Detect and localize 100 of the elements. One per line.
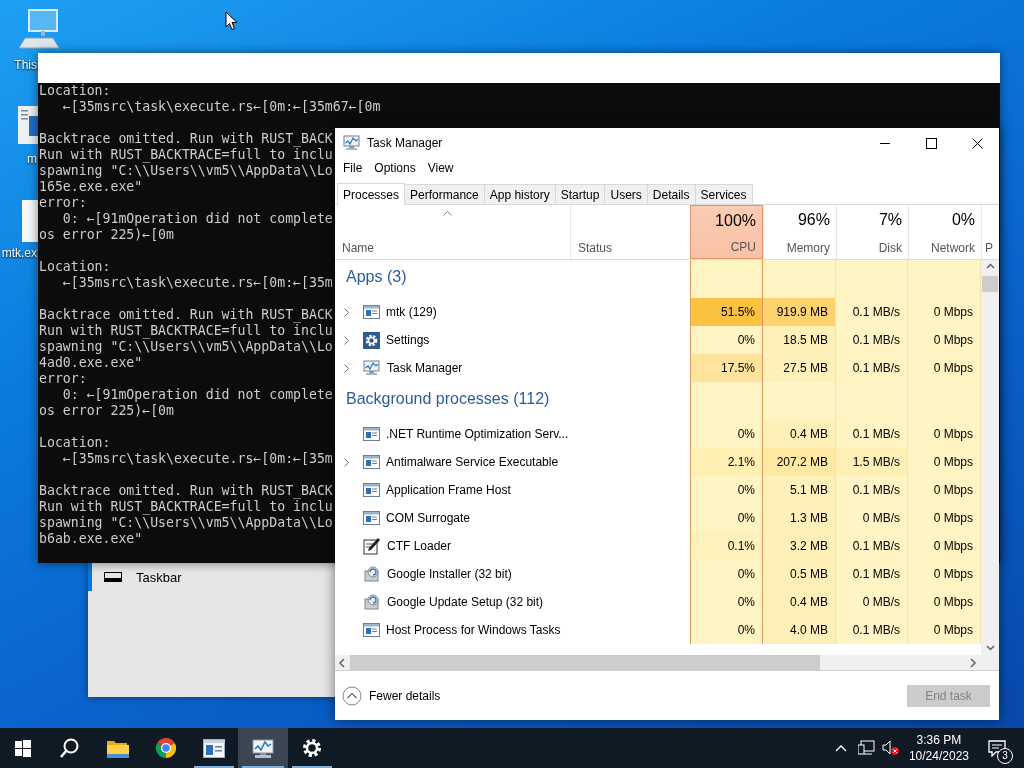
table-cell: 0.1 MB/s xyxy=(836,420,908,448)
process-name[interactable]: Antimalware Service Executable xyxy=(386,455,559,469)
table-cell: 0% xyxy=(690,616,763,644)
monitor-chart-icon xyxy=(251,737,275,759)
tab[interactable]: Users xyxy=(604,184,648,204)
console-line: Location: xyxy=(39,435,111,451)
expand-chevron-icon[interactable] xyxy=(344,363,349,373)
notifications-button[interactable]: 3 xyxy=(977,728,1017,768)
console-line: spawning "C:\\Users\\vm5\\AppData\\Lo xyxy=(39,163,333,179)
settings-nav-item[interactable]: Taskbar xyxy=(136,569,182,585)
console-line: error: xyxy=(39,195,87,211)
table-cell: 0 Mbps xyxy=(908,588,981,616)
speech-bubble-icon xyxy=(987,738,1007,757)
tab[interactable]: App history xyxy=(483,184,556,204)
group-heading: Apps (3) xyxy=(345,267,408,287)
console-line: 4ad0.exe.exe" xyxy=(39,355,143,371)
process-name[interactable]: CTF Loader xyxy=(387,539,452,553)
browser-icon xyxy=(154,736,178,760)
group-heading: Background processes (112) xyxy=(345,389,551,409)
table-cell: 0 Mbps xyxy=(908,560,981,588)
expand-chevron-icon[interactable] xyxy=(344,335,349,345)
column-header[interactable]: 96% Memory xyxy=(763,205,836,259)
column-label: P xyxy=(985,241,994,255)
window-icon xyxy=(363,623,380,637)
usage-percent: 7% xyxy=(878,211,902,229)
tab[interactable]: Performance xyxy=(404,184,485,204)
desktop-icon-label[interactable]: mtk.ex xyxy=(0,246,37,260)
windows-logo-icon xyxy=(15,739,31,757)
console-line: Run with RUST_BACKTRACE=full to inclu xyxy=(39,499,333,515)
column-header[interactable]: 7% Disk xyxy=(836,205,908,259)
table-cell: 207.2 MB xyxy=(763,448,836,476)
document-icon[interactable] xyxy=(18,106,38,144)
expand-chevron-icon[interactable] xyxy=(344,307,349,317)
table-cell: 0 Mbps xyxy=(908,504,981,532)
console-line: Backtrace omitted. Run with RUST_BACK xyxy=(39,131,333,147)
process-name[interactable]: Task Manager xyxy=(387,361,463,375)
clock-time[interactable]: 3:36 PM xyxy=(916,732,962,748)
monitor-chart-icon xyxy=(363,360,381,376)
console-line: error: xyxy=(39,371,87,387)
chevron-up-icon[interactable] xyxy=(834,744,847,752)
process-name[interactable]: COM Surrogate xyxy=(386,511,471,525)
scrollbar-thumb[interactable] xyxy=(982,276,998,292)
window-title: Task Manager xyxy=(367,136,444,150)
column-header[interactable]: 0% Network xyxy=(908,205,981,259)
menu-item[interactable]: File xyxy=(337,159,369,177)
circle-chevron-up-icon xyxy=(342,685,362,706)
pen-icon xyxy=(363,537,381,555)
table-cell: 0.1 MB/s xyxy=(836,560,908,588)
network-icon[interactable] xyxy=(857,740,876,756)
menu-item[interactable]: View xyxy=(421,159,460,177)
process-name[interactable]: Settings xyxy=(386,333,430,347)
table-cell: 0.1 MB/s xyxy=(836,532,908,560)
horizontal-scrollbar[interactable] xyxy=(335,655,999,671)
expand-chevron-icon[interactable] xyxy=(344,457,349,467)
column-label: CPU xyxy=(730,240,756,254)
vertical-scrollbar[interactable] xyxy=(981,260,999,655)
table-cell: 0.4 MB xyxy=(763,588,836,616)
column-label: Disk xyxy=(878,241,902,255)
table-cell: 0.5 MB xyxy=(763,560,836,588)
process-name[interactable]: Host Process for Windows Tasks xyxy=(386,623,561,637)
clock-date[interactable]: 10/24/2023 xyxy=(908,748,969,764)
console-line: ←[35msrc\task\execute.rs←[0m:←[35m67←[0m xyxy=(61,99,381,115)
table-cell: 0% xyxy=(690,560,763,588)
column-header[interactable]: 100% CPU xyxy=(690,205,763,259)
column-header[interactable]: Name xyxy=(335,205,570,259)
console-line: 0: ←[91mOperation did not complete xyxy=(61,387,333,403)
fewer-details-button[interactable]: Fewer details xyxy=(342,685,441,706)
process-name[interactable]: Application Frame Host xyxy=(386,483,511,497)
console-line: ←[35msrc\task\execute.rs←[0m:←[35m xyxy=(61,275,333,291)
tab[interactable]: Details xyxy=(646,184,696,204)
console-line: 0: ←[91mOperation did not complete xyxy=(61,211,333,227)
table-cell: 0.1% xyxy=(690,532,763,560)
process-name[interactable]: Google Installer (32 bit) xyxy=(387,567,512,581)
menu-item[interactable]: Options xyxy=(368,159,422,177)
scrollbar-thumb[interactable] xyxy=(350,655,820,670)
console-line: os error 225)←[0m xyxy=(39,403,174,419)
tab[interactable]: Processes xyxy=(337,183,406,205)
console-line: ←[35msrc\task\execute.rs←[0m:←[35m xyxy=(61,451,333,467)
table-cell: 0.1 MB/s xyxy=(836,476,908,504)
table-cell: 0 Mbps xyxy=(908,420,981,448)
table-cell: 0% xyxy=(690,588,763,616)
table-cell: 0 Mbps xyxy=(908,476,981,504)
process-name[interactable]: Google Update Setup (32 bit) xyxy=(387,595,544,609)
console-line: Location: xyxy=(39,83,111,99)
taskbar-icon xyxy=(104,572,122,582)
tab[interactable]: Startup xyxy=(554,184,606,204)
maximize-icon xyxy=(925,137,937,149)
usage-percent: 100% xyxy=(715,212,756,230)
window-icon xyxy=(363,455,380,469)
notification-badge: 3 xyxy=(997,748,1013,764)
process-name[interactable]: mtk (129) xyxy=(386,305,437,319)
table-cell: 51.5% xyxy=(690,298,763,326)
app-window-icon xyxy=(203,738,225,758)
speaker-muted-icon[interactable] xyxy=(881,740,900,756)
tab[interactable]: Services xyxy=(694,184,753,204)
column-label: Name xyxy=(342,241,375,255)
window-icon xyxy=(363,511,380,525)
process-name[interactable]: .NET Runtime Optimization Serv... xyxy=(386,427,569,441)
column-header[interactable]: P xyxy=(981,205,999,259)
task-manager-button[interactable] xyxy=(238,728,288,768)
